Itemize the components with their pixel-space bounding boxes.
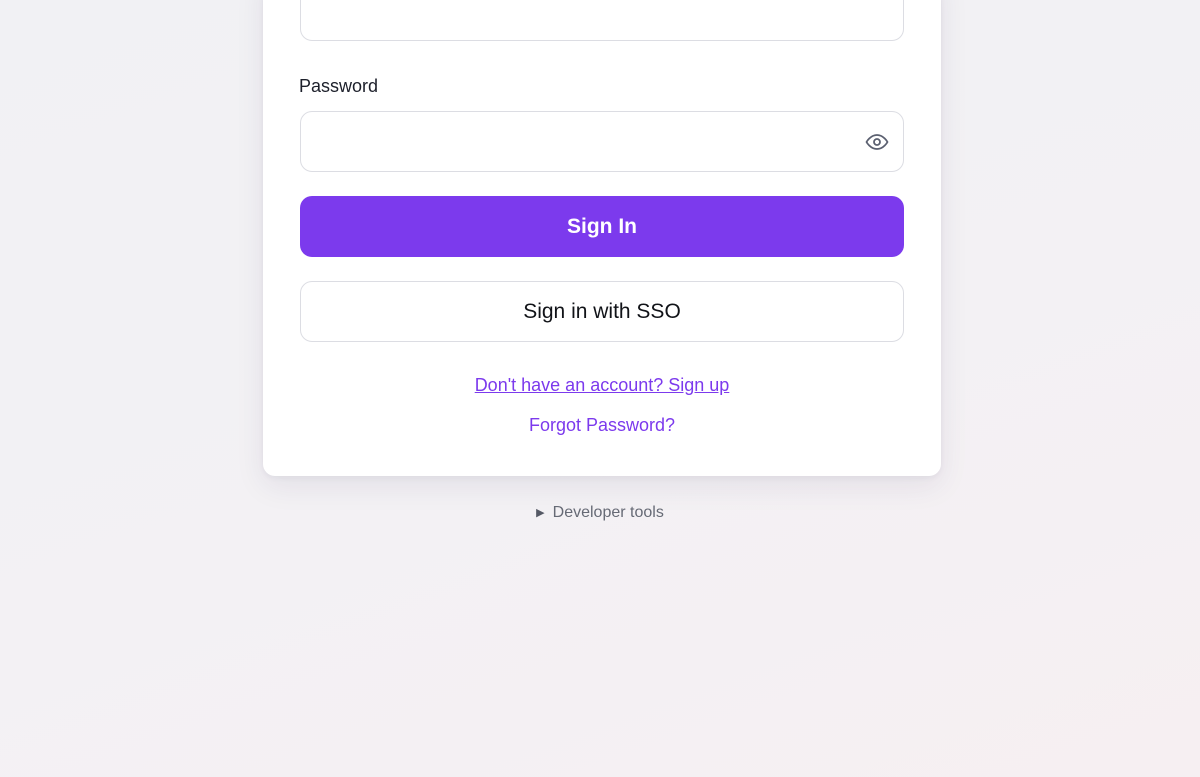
eye-icon[interactable] — [865, 130, 889, 154]
developer-tools: ▶ Developer tools — [0, 503, 1200, 522]
signup-link-row: Don't have an account? Sign up — [263, 375, 941, 396]
password-label: Password — [299, 76, 379, 96]
login-card: Password Sign In Sign in with SSO Don't … — [263, 0, 941, 476]
developer-tools-label: Developer tools — [552, 503, 664, 521]
sso-sign-in-button[interactable]: Sign in with SSO — [300, 281, 904, 342]
password-input[interactable] — [300, 111, 904, 172]
forgot-link-row: Forgot Password? — [263, 415, 941, 436]
sign-in-button[interactable]: Sign In — [300, 196, 904, 257]
signup-link[interactable]: Don't have an account? Sign up — [475, 375, 730, 395]
email-input[interactable] — [300, 0, 904, 41]
forgot-password-link[interactable]: Forgot Password? — [529, 415, 675, 435]
triangle-right-icon: ▶ — [536, 507, 545, 519]
developer-tools-toggle[interactable]: ▶ Developer tools — [536, 504, 664, 522]
